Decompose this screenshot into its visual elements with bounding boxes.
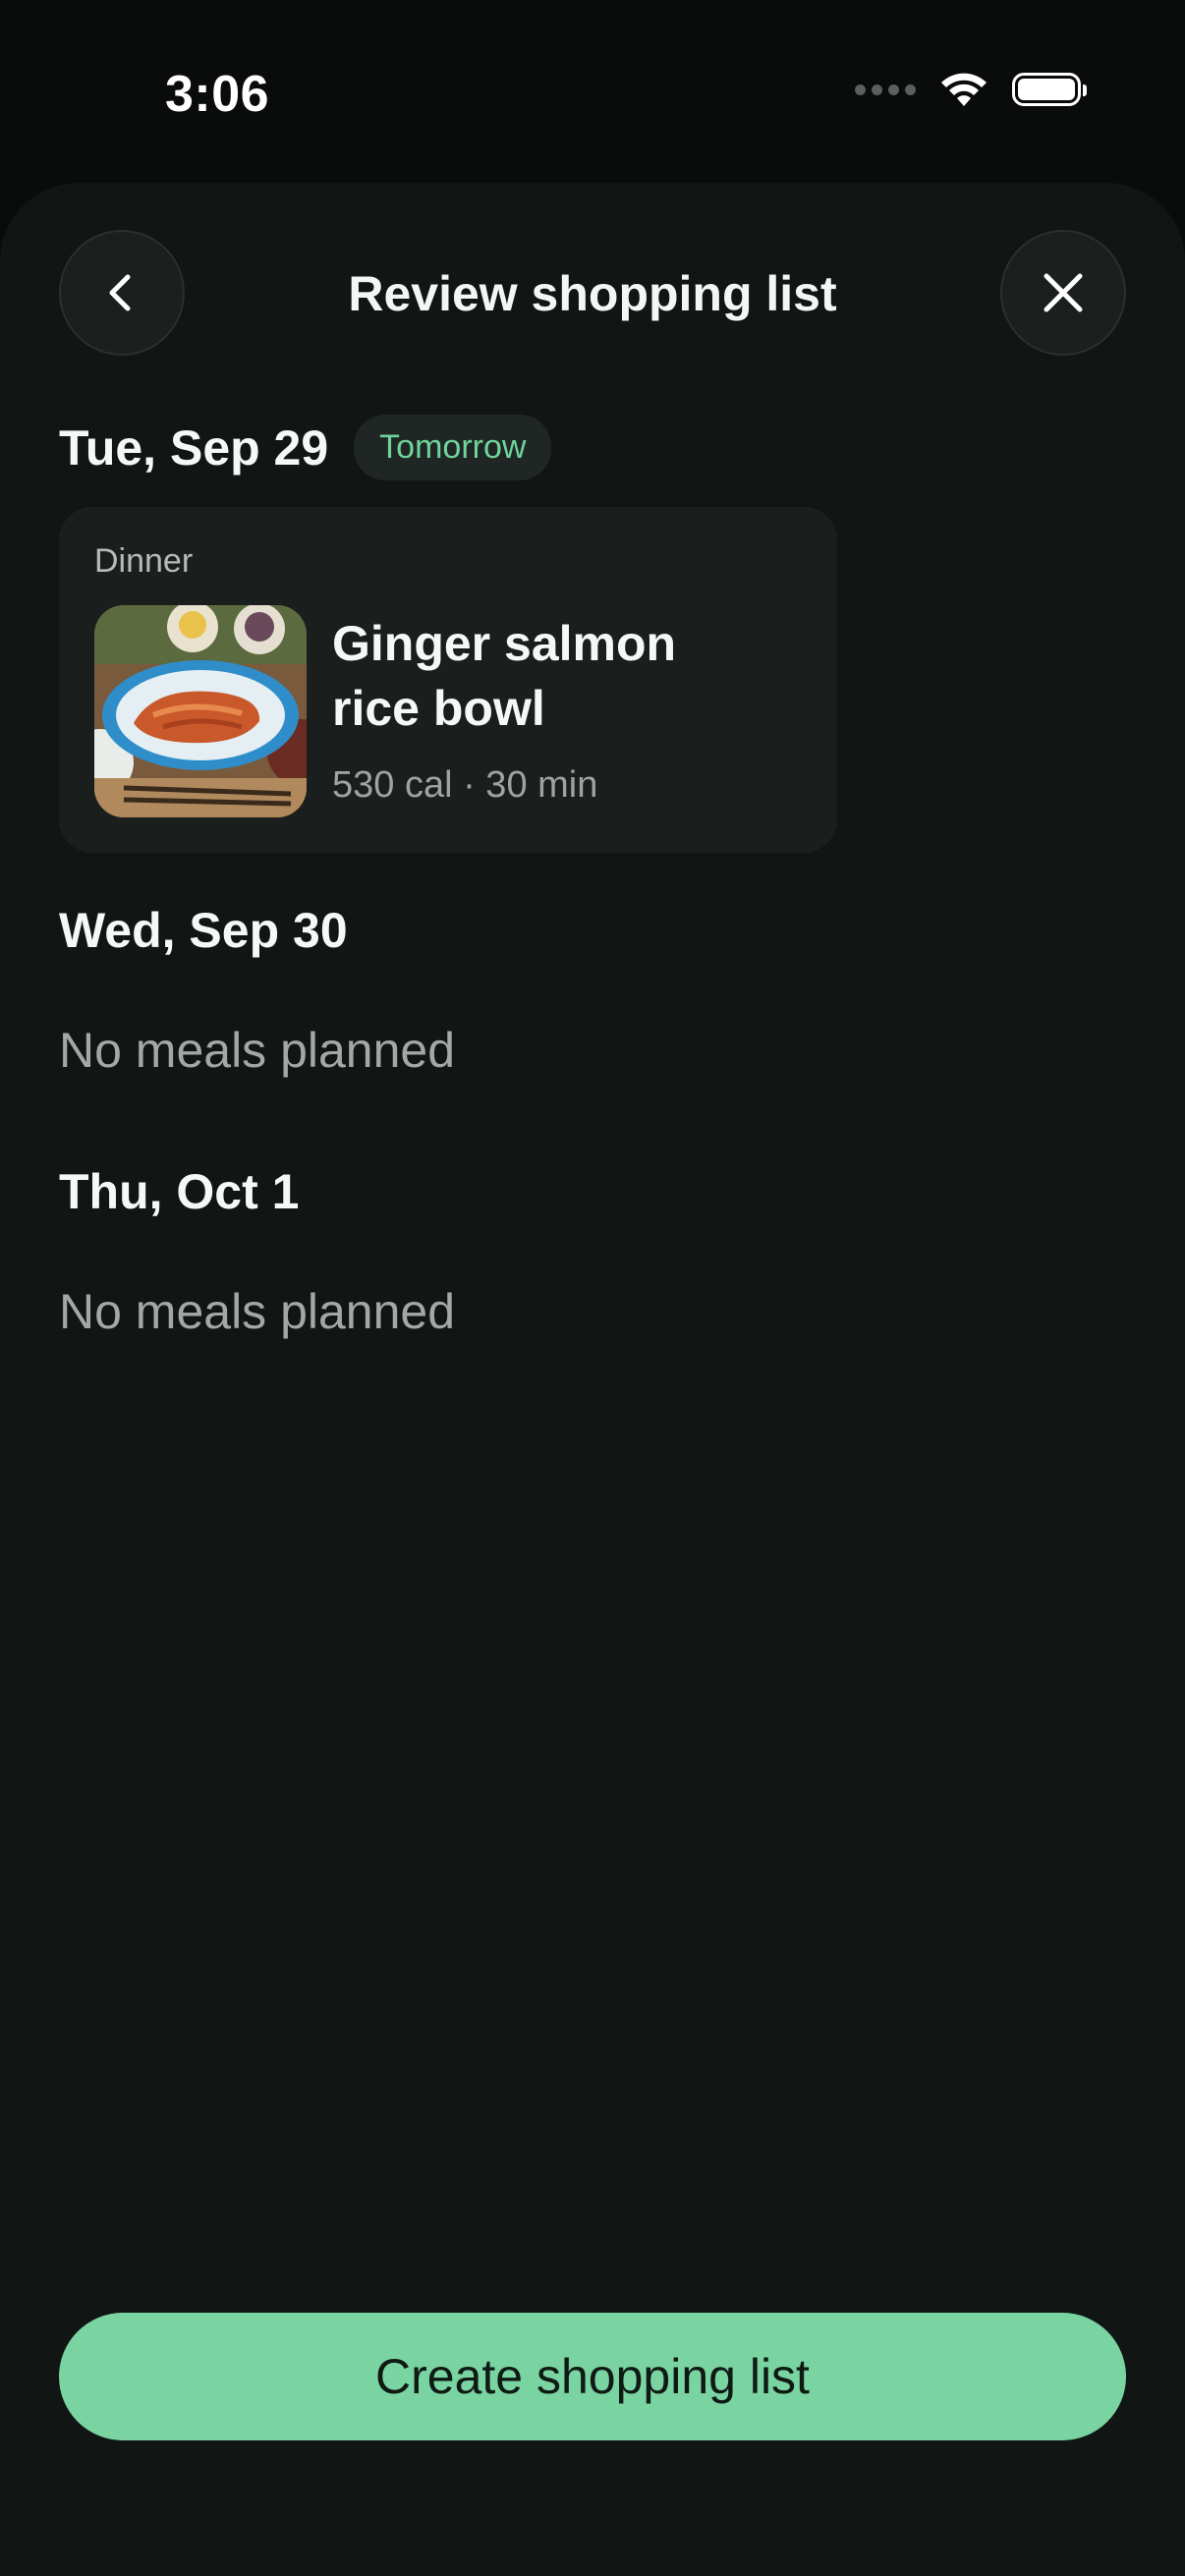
meal-name: Ginger salmon rice bowl xyxy=(332,616,677,736)
meal-photo xyxy=(94,605,307,817)
close-button[interactable] xyxy=(1000,230,1126,356)
meal-card[interactable]: Dinner Ginger salmon rice bowl 530 cal ·… xyxy=(59,507,837,853)
no-meals-text: No meals planned xyxy=(59,1023,456,1078)
create-shopping-list-button[interactable]: Create shopping list xyxy=(59,2313,1126,2440)
day-title: Thu, Oct 1 xyxy=(59,1164,300,1219)
status-time: 3:06 xyxy=(165,66,270,123)
meal-meta: 530 cal · 30 min xyxy=(332,764,598,806)
battery-icon xyxy=(1012,73,1087,106)
salmon-dish-image xyxy=(94,605,307,817)
day-header-thu-oct-1: Thu, Oct 1 xyxy=(59,1163,299,1220)
status-icons xyxy=(855,71,1087,108)
screen: 3:06 Review shopping list Tue, Sep 29 To… xyxy=(0,0,1185,2576)
day-header-wed-sep-30: Wed, Sep 30 xyxy=(59,902,348,959)
close-icon xyxy=(1044,273,1083,312)
tomorrow-badge: Tomorrow xyxy=(354,415,552,480)
meal-type-label: Dinner xyxy=(94,542,194,580)
day-title: Tue, Sep 29 xyxy=(59,420,329,476)
wifi-icon xyxy=(941,73,987,106)
cellular-signal-icon xyxy=(855,84,916,95)
no-meals-text: No meals planned xyxy=(59,1284,456,1339)
review-sheet: Review shopping list Tue, Sep 29 Tomorro… xyxy=(0,183,1185,2576)
day-title: Wed, Sep 30 xyxy=(59,903,348,958)
day-header-tue-sep-29: Tue, Sep 29 Tomorrow xyxy=(59,415,552,480)
